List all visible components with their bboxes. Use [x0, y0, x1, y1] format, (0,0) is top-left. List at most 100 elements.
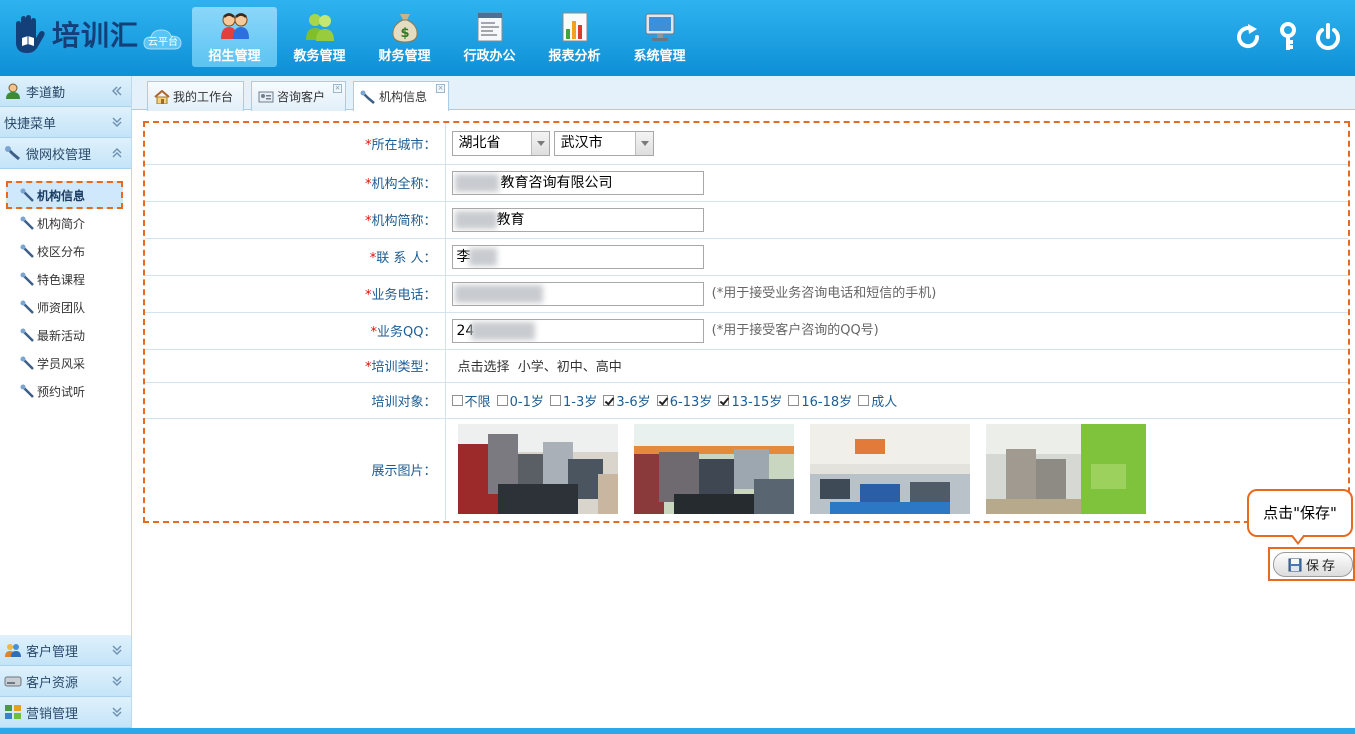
- power-icon[interactable]: [1313, 22, 1343, 52]
- sidebar-item-label: 师资团队: [37, 300, 86, 315]
- chevron-up-icon: [112, 148, 122, 158]
- sidebar-item-label: 机构信息: [37, 188, 86, 203]
- label-text: 机构全称：: [371, 177, 437, 192]
- redacted-text: [454, 173, 499, 192]
- save-button[interactable]: 保存: [1273, 552, 1353, 577]
- field-label: *所在城市：: [145, 123, 446, 165]
- sidebar-item-label: 特色课程: [37, 272, 86, 287]
- province-select[interactable]: 湖北省: [451, 130, 550, 156]
- sidebar-item-courses[interactable]: 特色课程: [0, 265, 131, 293]
- contact-input[interactable]: 李: [451, 244, 704, 269]
- wrench-icon: [20, 300, 34, 314]
- target-option[interactable]: 6-13岁: [656, 391, 712, 410]
- full-name-value: 教育咨询有限公司: [500, 174, 613, 191]
- wrench-icon: [20, 272, 34, 286]
- user-name: 李道勤: [26, 85, 66, 101]
- label-text: 培训对象：: [371, 394, 437, 410]
- key-icon[interactable]: [1273, 22, 1303, 52]
- row-qq: *业务QQ： 24 (*用于接受客户咨询的QQ号): [145, 312, 1348, 350]
- drive-icon: [4, 676, 22, 687]
- sidebar-item-events[interactable]: 最新活动: [0, 321, 131, 349]
- nav-item-finance[interactable]: $ 财务管理: [362, 7, 447, 67]
- wrench-icon: [20, 356, 34, 370]
- checkbox[interactable]: [788, 394, 800, 406]
- display-picture[interactable]: [985, 424, 1146, 515]
- nav-item-admin[interactable]: 行政办公: [447, 7, 532, 67]
- org-info-form: *所在城市： 湖北省 武汉市 *机构全称： 教育咨询有限公司 *机构简称： 教育…: [143, 121, 1350, 523]
- save-label: 保存: [1305, 559, 1338, 574]
- checkbox[interactable]: [656, 394, 668, 406]
- checkbox[interactable]: [451, 394, 463, 406]
- collapse-sidebar-icon[interactable]: [111, 84, 123, 98]
- tab-workbench[interactable]: 我的工作台: [147, 81, 244, 111]
- refresh-icon[interactable]: [1233, 22, 1263, 52]
- sidebar-item-org-intro[interactable]: 机构简介: [0, 209, 131, 237]
- full-name-input[interactable]: 教育咨询有限公司: [451, 170, 704, 195]
- checkbox[interactable]: [496, 394, 508, 406]
- sidebar-section-microsite[interactable]: 微网校管理: [0, 138, 131, 169]
- nav-label: 系统管理: [633, 49, 686, 64]
- sidebar-item-students[interactable]: 学员风采: [0, 349, 131, 377]
- nav-item-academics[interactable]: 教务管理: [277, 7, 362, 67]
- sidebar-item-teachers[interactable]: 师资团队: [0, 293, 131, 321]
- phone-input[interactable]: [451, 281, 704, 306]
- redacted-text: [470, 321, 535, 340]
- form-table: *所在城市： 湖北省 武汉市 *机构全称： 教育咨询有限公司 *机构简称： 教育…: [145, 123, 1348, 520]
- checkbox[interactable]: [550, 394, 562, 406]
- tab-label: 机构信息: [379, 90, 428, 104]
- app-root: 培训汇 云平台 招生管理 教务管理 $ 财务管理 行政办公 报表分析 系统管理 …: [0, 0, 1355, 734]
- display-picture[interactable]: [633, 424, 794, 515]
- qq-input[interactable]: 24: [451, 318, 704, 343]
- tab-label: 我的工作台: [173, 90, 234, 104]
- row-pictures: 展示图片：: [145, 418, 1348, 520]
- target-option[interactable]: 1-3岁: [550, 391, 597, 410]
- target-option[interactable]: 0-1岁: [496, 391, 544, 410]
- display-picture[interactable]: [457, 424, 618, 515]
- display-picture[interactable]: [809, 424, 970, 515]
- customers-icon: [5, 644, 21, 657]
- field-value: 教育: [445, 201, 1348, 239]
- short-name-input[interactable]: 教育: [451, 207, 704, 232]
- chevron-down-icon: [112, 676, 122, 686]
- province-value: 湖北省: [458, 134, 501, 151]
- checkbox[interactable]: [858, 394, 870, 406]
- target-option[interactable]: 成人: [858, 391, 897, 410]
- sidebar-section-resources[interactable]: 客户资源: [0, 666, 131, 697]
- field-label: *机构全称：: [145, 164, 446, 202]
- qq-hint: (*用于接受客户咨询的QQ号): [711, 323, 879, 338]
- field-value: 湖北省 武汉市: [445, 123, 1348, 165]
- checkbox[interactable]: [603, 394, 615, 406]
- target-option[interactable]: 3-6岁: [603, 391, 651, 410]
- sidebar-item-trial[interactable]: 预约试听: [0, 377, 131, 405]
- city-select[interactable]: 武汉市: [553, 130, 654, 156]
- field-label: *联 系 人：: [145, 238, 446, 276]
- checkbox[interactable]: [718, 394, 730, 406]
- classroom-photo: [809, 424, 970, 515]
- field-label: *业务电话：: [145, 275, 446, 313]
- classroom-photo: [985, 424, 1146, 515]
- tab-org-info[interactable]: 机构信息 ×: [353, 81, 449, 111]
- sidebar-quick-menu[interactable]: 快捷菜单: [0, 107, 131, 138]
- tab-bar: 我的工作台 咨询客户 × 机构信息 ×: [132, 76, 1355, 111]
- tab-consult-customers[interactable]: 咨询客户 ×: [251, 81, 346, 111]
- floppy-disk-icon: [1288, 558, 1302, 571]
- chevron-down-icon: [634, 131, 653, 155]
- field-label: *业务QQ：: [145, 312, 446, 350]
- field-value: (*用于接受业务咨询电话和短信的手机): [445, 275, 1348, 313]
- option-label: 13-15岁: [731, 394, 783, 410]
- nav-item-reports[interactable]: 报表分析: [532, 7, 617, 67]
- field-value: 不限 0-1岁 1-3岁 3-6岁 6-13岁 13-15岁 16-18岁 成人: [445, 382, 1348, 419]
- close-icon[interactable]: ×: [436, 84, 445, 93]
- sidebar-section-marketing[interactable]: 营销管理: [0, 697, 131, 728]
- sidebar-item-org-info[interactable]: 机构信息: [6, 181, 123, 209]
- close-icon[interactable]: ×: [333, 84, 342, 93]
- target-option[interactable]: 16-18岁: [788, 391, 852, 410]
- sidebar-item-campus[interactable]: 校区分布: [0, 237, 131, 265]
- training-type-picker[interactable]: 点击选择 小学、初中、高中: [458, 360, 622, 375]
- target-option[interactable]: 13-15岁: [718, 391, 782, 410]
- nav-item-enrollment[interactable]: 招生管理: [192, 7, 277, 67]
- nav-item-system[interactable]: 系统管理: [617, 7, 702, 67]
- target-option[interactable]: 不限: [451, 391, 491, 410]
- label-text: 业务QQ：: [377, 325, 437, 340]
- sidebar-section-customers[interactable]: 客户管理: [0, 635, 131, 666]
